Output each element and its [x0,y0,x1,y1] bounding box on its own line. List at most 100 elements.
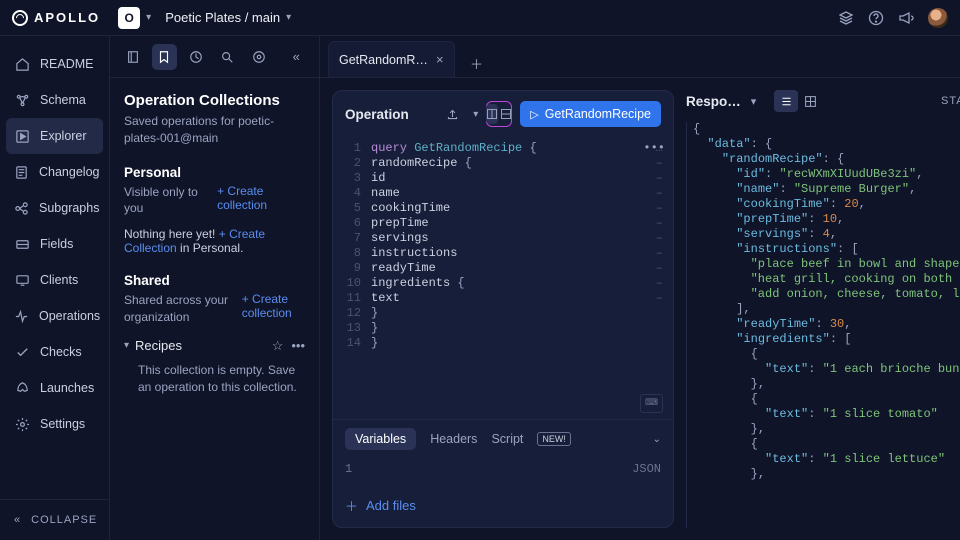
collection-label: Recipes [135,338,182,353]
tab-script[interactable]: Script [491,432,523,446]
sidebar-item-checks[interactable]: Checks [0,334,109,370]
sidebar-item-label: Launches [40,381,94,395]
editor-panel: Operation ▾ GetRandomRecipe ••• …–––––––… [332,90,674,528]
tab-headers[interactable]: Headers [430,432,477,446]
sidebar-item-fields[interactable]: Fields [0,226,109,262]
keyboard-hint-icon: ⌨ [640,394,663,413]
share-icon[interactable] [439,101,465,127]
sidebar: README Schema Explorer Changelog Subgrap… [0,36,110,540]
panel-collapse-icon[interactable]: « [284,44,310,70]
tab-collections[interactable] [152,44,178,70]
plus-icon: ＋ [345,496,358,515]
sidebar-item-label: README [40,57,93,71]
editor-title: Operation [345,107,409,122]
tab-docs[interactable] [120,44,146,70]
sidebar-item-operations[interactable]: Operations [0,298,109,334]
sidebar-item-label: Changelog [39,165,99,179]
create-shared-collection-link[interactable]: + Create collection [242,292,305,320]
tab-search[interactable] [215,44,241,70]
add-tab-button[interactable]: ＋ [463,49,491,77]
sidebar-item-label: Checks [40,345,82,359]
collection-empty-desc: This collection is empty. Save an operat… [124,354,305,396]
new-badge: NEW! [537,432,571,446]
add-files-button[interactable]: ＋ Add files [333,486,673,527]
sidebar-item-label: Settings [40,417,85,431]
run-label: GetRandomRecipe [545,107,651,121]
sidebar-item-label: Explorer [40,129,87,143]
fields-icon [14,236,30,252]
collections-panel: « Operation Collections Saved operations… [110,36,320,540]
check-icon [14,344,30,360]
gear-icon [14,416,30,432]
collapse-button[interactable]: « COLLAPSE [0,499,109,540]
document-icon [14,164,29,180]
layers-icon[interactable] [838,10,854,26]
tab-settings[interactable] [246,44,272,70]
collections-subtitle: Saved operations for poetic-plates-001@m… [124,113,305,147]
play-square-icon [14,128,30,144]
shared-title: Shared [124,273,305,288]
collapse-label: COLLAPSE [31,514,97,526]
org-badge[interactable]: O [118,7,140,29]
tab-history[interactable] [183,44,209,70]
avatar[interactable] [928,8,948,28]
sidebar-item-clients[interactable]: Clients [0,262,109,298]
breadcrumb[interactable]: Poetic Plates / main [165,10,280,25]
logo-mark-icon [12,10,28,26]
sidebar-item-label: Operations [39,309,100,323]
create-personal-collection-link[interactable]: + Create collection [217,184,305,212]
response-body[interactable]: { "data": { "randomRecipe": { "id": "rec… [686,122,960,528]
operation-tab[interactable]: GetRandomR… × [328,41,455,77]
tab-label: GetRandomR… [339,53,428,67]
logo: APOLLO [12,10,100,26]
brand-text: APOLLO [34,10,100,25]
sidebar-item-readme[interactable]: README [0,46,109,82]
schema-icon [14,92,30,108]
sidebar-item-label: Clients [40,273,78,287]
response-panel: Respo… ▾ STATUS 200 229ms 459B [686,90,960,528]
more-icon[interactable]: ••• [291,338,305,354]
chevron-down-icon: ▾ [124,340,129,351]
chevrons-left-icon: « [14,514,21,526]
home-icon [14,56,30,72]
chevron-down-icon[interactable]: ▾ [751,95,757,108]
shared-desc: Shared across your organization [124,292,234,326]
view-json-icon[interactable] [774,90,798,112]
chevron-down-icon[interactable]: ▾ [146,12,151,23]
response-title: Respo… [686,94,741,109]
sidebar-item-label: Fields [40,237,73,251]
view-table-icon[interactable] [798,90,822,112]
tab-variables[interactable]: Variables [345,428,416,450]
collection-recipes[interactable]: ▾ Recipes ☆ ••• [124,338,305,354]
run-button[interactable]: GetRandomRecipe [520,101,661,127]
sidebar-item-explorer[interactable]: Explorer [6,118,103,154]
personal-desc: Visible only to you [124,184,209,218]
collections-title: Operation Collections [124,92,305,109]
close-icon[interactable]: × [436,52,444,67]
query-editor[interactable]: ••• …–––––––––– ⌨ 1query GetRandomRecipe… [333,137,673,419]
sidebar-item-changelog[interactable]: Changelog [0,154,109,190]
layout-option-icon[interactable] [486,104,498,124]
layout-option-icon[interactable] [500,104,512,124]
add-files-label: Add files [366,498,416,513]
sidebar-item-label: Subgraphs [39,201,99,215]
layout-toggle[interactable] [486,101,512,127]
rocket-icon [14,380,30,396]
personal-title: Personal [124,165,305,180]
status-label: STATUS [941,95,960,107]
sidebar-item-settings[interactable]: Settings [0,406,109,442]
activity-icon [14,308,29,324]
chevron-down-icon[interactable]: ▾ [286,12,291,23]
variables-editor[interactable]: 1JSON [333,458,673,486]
subgraphs-icon [14,200,29,216]
sidebar-item-subgraphs[interactable]: Subgraphs [0,190,109,226]
sidebar-item-schema[interactable]: Schema [0,82,109,118]
sidebar-item-label: Schema [40,93,86,107]
help-icon[interactable] [868,10,884,26]
chevron-down-icon[interactable]: ▾ [473,109,478,120]
monitor-icon [14,272,30,288]
star-icon[interactable]: ☆ [272,338,284,354]
megaphone-icon[interactable] [898,10,914,26]
sidebar-item-launches[interactable]: Launches [0,370,109,406]
chevron-down-icon[interactable]: ⌄ [653,434,661,445]
